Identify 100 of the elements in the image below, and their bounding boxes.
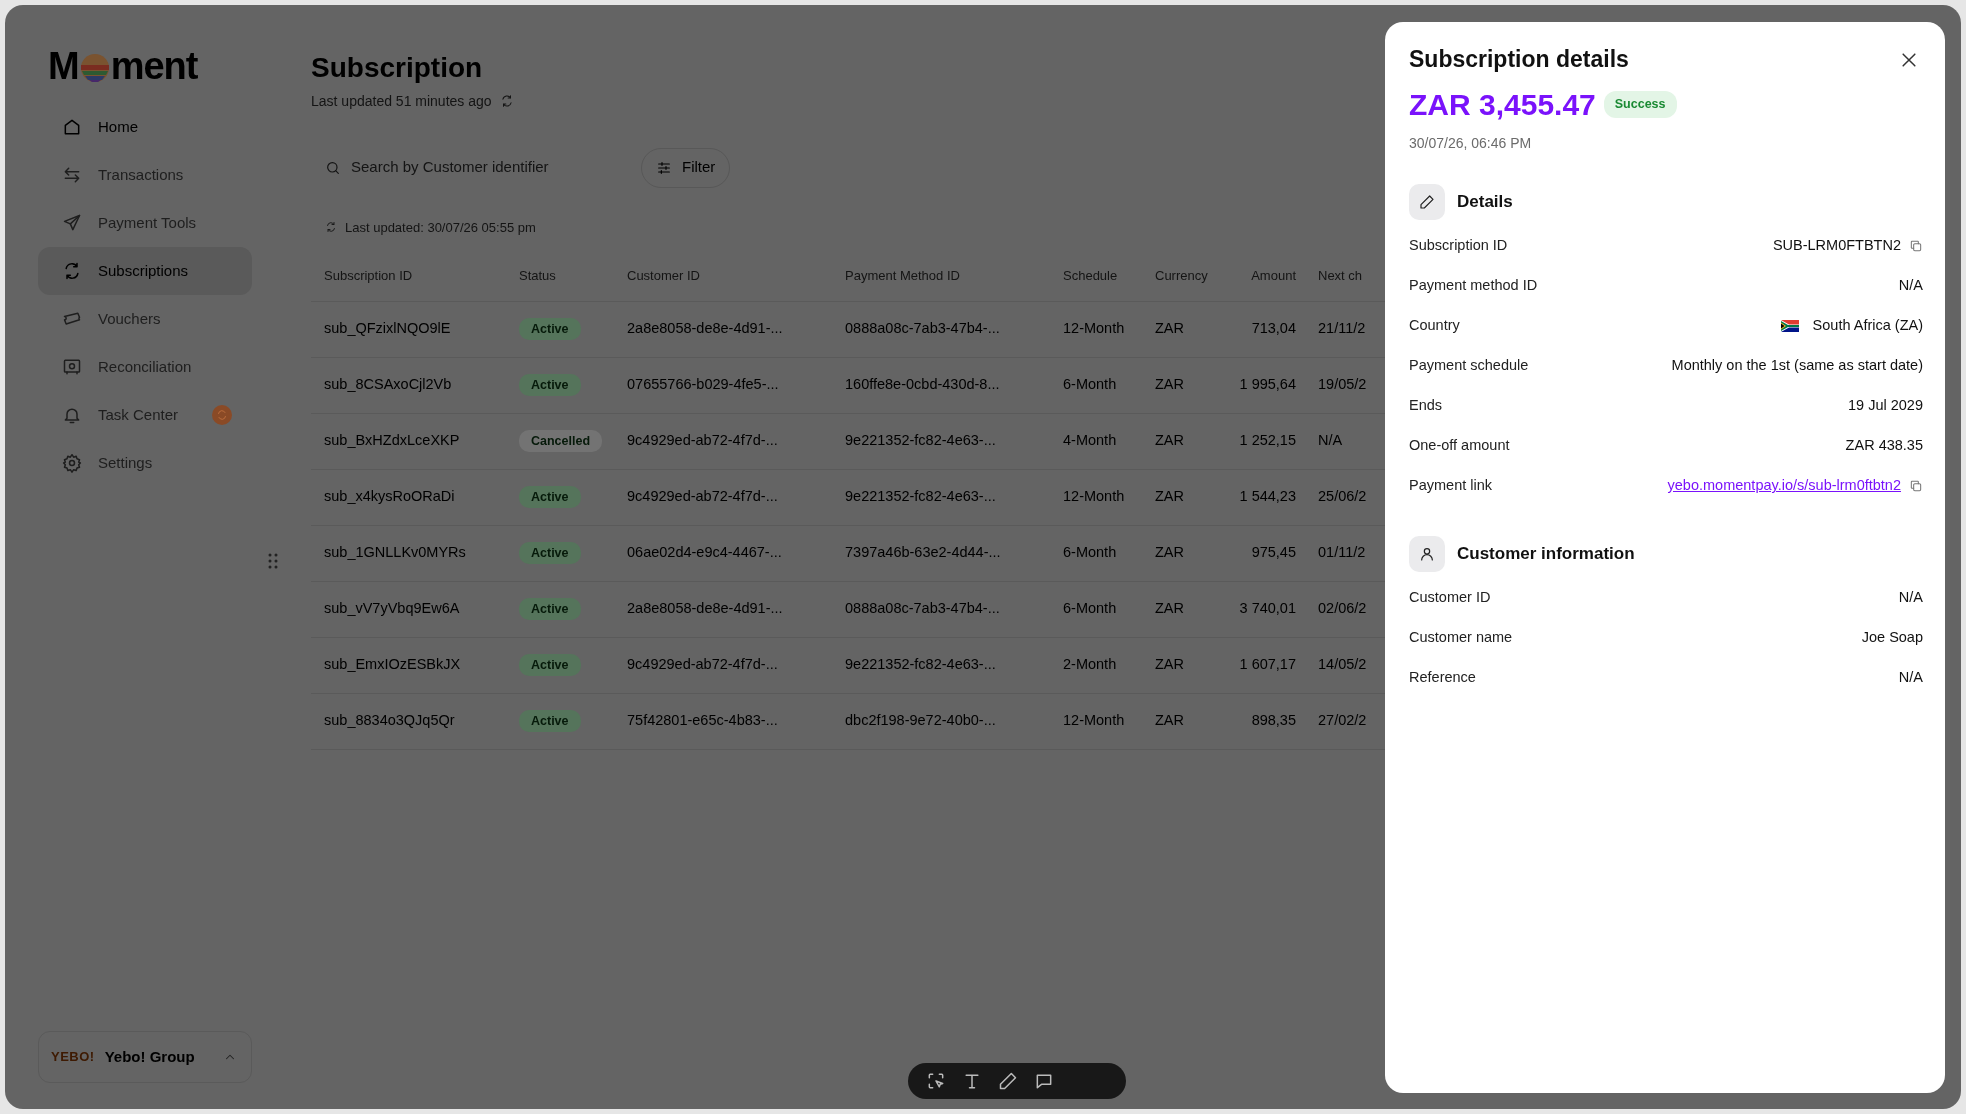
drag-handle-icon[interactable] — [268, 553, 278, 569]
status-badge: Active — [519, 653, 581, 677]
table-cell: 9e221352-fc82-4e63-... — [832, 637, 1050, 694]
table-cell: 975,45 — [1232, 525, 1308, 582]
flag-icon — [1780, 320, 1799, 332]
settings-icon — [62, 453, 82, 473]
table-cell: 0888a08c-7ab3-47b4-... — [832, 301, 1050, 358]
column-header: Customer ID — [614, 251, 832, 302]
copy-icon[interactable] — [1909, 479, 1923, 493]
field-label: Ends — [1409, 396, 1443, 416]
table-cell: 1 995,64 — [1232, 357, 1308, 414]
table-cell: 1 544,23 — [1232, 469, 1308, 526]
table-cell: 06ae02d4-e9c4-4467-... — [614, 525, 832, 582]
field-label: One-off amount — [1409, 436, 1510, 456]
table-cell: 0888a08c-7ab3-47b4-... — [832, 581, 1050, 638]
table-cell: 12-Month — [1050, 693, 1142, 750]
table-cell: 9c4929ed-ab72-4f7d-... — [614, 469, 832, 526]
table-cell: sub_QFzixlNQO9lE — [311, 301, 506, 358]
table-cell: 07655766-b029-4fe5-... — [614, 357, 832, 414]
column-header: Schedule — [1050, 251, 1142, 302]
nav-item[interactable]: Subscriptions — [38, 247, 252, 295]
table-cell: 9e221352-fc82-4e63-... — [832, 413, 1050, 470]
field-label: Customer name — [1409, 628, 1513, 648]
person-icon — [1409, 536, 1445, 572]
table-cell: 12-Month — [1050, 301, 1142, 358]
table-cell: 3 740,01 — [1232, 581, 1308, 638]
panel-title: Subscription details — [1409, 46, 1629, 74]
table-cell: 6-Month — [1050, 525, 1142, 582]
table-cell: 4-Month — [1050, 413, 1142, 470]
send-icon — [62, 213, 82, 233]
pencil-icon — [1409, 184, 1445, 220]
field-value: N/A — [1898, 276, 1923, 296]
status-badge: Success — [1603, 91, 1677, 118]
table-cell: dbc2f198-9e72-40b0-... — [832, 693, 1050, 750]
status-badge: Active — [519, 709, 581, 733]
table-cell: sub_8834o3QJq5Qr — [311, 693, 506, 750]
table-cell: 2-Month — [1050, 637, 1142, 694]
column-header: Currency — [1142, 251, 1232, 302]
refresh-icon[interactable] — [499, 94, 514, 109]
field-value: South Africa (ZA) — [1812, 316, 1923, 336]
safe-icon — [62, 357, 82, 377]
copy-icon[interactable] — [1909, 239, 1923, 253]
field-label: Customer ID — [1409, 588, 1491, 608]
search-icon — [325, 159, 341, 176]
table-cell: 7397a46b-63e2-4d44-... — [832, 525, 1050, 582]
column-header: Amount — [1232, 251, 1308, 302]
sliders-icon — [656, 159, 672, 176]
table-cell: 160ffe8e-0cbd-430d-8... — [832, 357, 1050, 414]
table-cell: 1 607,17 — [1232, 637, 1308, 694]
field-label: Payment link — [1409, 476, 1492, 496]
amount-text: ZAR 3,455.47 — [1409, 87, 1596, 123]
status-badge: Active — [519, 373, 581, 397]
column-header: Status — [506, 251, 614, 302]
column-header: Payment Method ID — [832, 251, 1050, 302]
table-cell: ZAR — [1142, 413, 1232, 470]
field-value: 19 Jul 2029 — [1848, 396, 1923, 416]
table-cell: sub_vV7yVbq9Ew6A — [311, 581, 506, 638]
pencil-icon[interactable] — [998, 1071, 1018, 1091]
status-badge: Active — [519, 317, 581, 341]
field-label: Payment schedule — [1409, 356, 1529, 376]
table-cell: 12-Month — [1050, 469, 1142, 526]
table-cell: 75f42801-e65c-4b83-... — [614, 693, 832, 750]
last-updated-text: Last updated: 30/07/26 05:55 pm — [345, 218, 536, 237]
table-cell: sub_x4kysRoORaDi — [311, 469, 506, 526]
refresh-icon — [325, 221, 337, 234]
field-value: Joe Soap — [1861, 628, 1923, 648]
field-value: N/A — [1898, 588, 1923, 608]
table-cell: 2a8e8058-de8e-4d91-... — [614, 301, 832, 358]
status-badge: Active — [519, 485, 581, 509]
table-cell: sub_1GNLLKv0MYRs — [311, 525, 506, 582]
field-value: Monthly on the 1st (same as start date) — [1671, 356, 1923, 376]
status-badge: Active — [519, 597, 581, 621]
column-header: Subscription ID — [311, 251, 506, 302]
date-text: 30/07/26, 06:46 PM — [1409, 134, 1533, 153]
section-title: Customer information — [1457, 543, 1635, 566]
comment-icon[interactable] — [1034, 1071, 1054, 1091]
table-cell: 9c4929ed-ab72-4f7d-... — [614, 413, 832, 470]
table-cell: ZAR — [1142, 469, 1232, 526]
payment-link[interactable]: yebo.momentpay.io/s/sub-lrm0ftbtn2 — [1667, 475, 1901, 497]
table-cell: 6-Month — [1050, 581, 1142, 638]
table-cell: ZAR — [1142, 693, 1232, 750]
search-field[interactable]: Search by Customer identifier — [351, 156, 591, 179]
field-label: Subscription ID — [1409, 236, 1508, 256]
table-cell: sub_8CSAxoCjl2Vb — [311, 357, 506, 414]
field-label: Reference — [1409, 668, 1476, 688]
table-cell: 9c4929ed-ab72-4f7d-... — [614, 637, 832, 694]
field-label: Country — [1409, 316, 1460, 336]
table-cell: 2a8e8058-de8e-4d91-... — [614, 581, 832, 638]
status-badge: Active — [519, 541, 581, 565]
table-cell: sub_EmxIOzESBkJX — [311, 637, 506, 694]
table-cell: 1 252,15 — [1232, 413, 1308, 470]
nav-item[interactable]: Home — [38, 103, 252, 151]
field-value: ZAR 438.35 — [1845, 436, 1923, 456]
select-tool-icon[interactable] — [926, 1071, 946, 1091]
filter-button[interactable]: Filter — [641, 147, 731, 188]
table-cell: ZAR — [1142, 357, 1232, 414]
last-updated-text: Last updated 51 minutes ago — [311, 91, 492, 111]
field-label: Payment method ID — [1409, 276, 1538, 296]
organization-switcher[interactable]: YEBO! Yebo! Group — [38, 1031, 252, 1083]
page-title: Subscription — [311, 51, 484, 85]
